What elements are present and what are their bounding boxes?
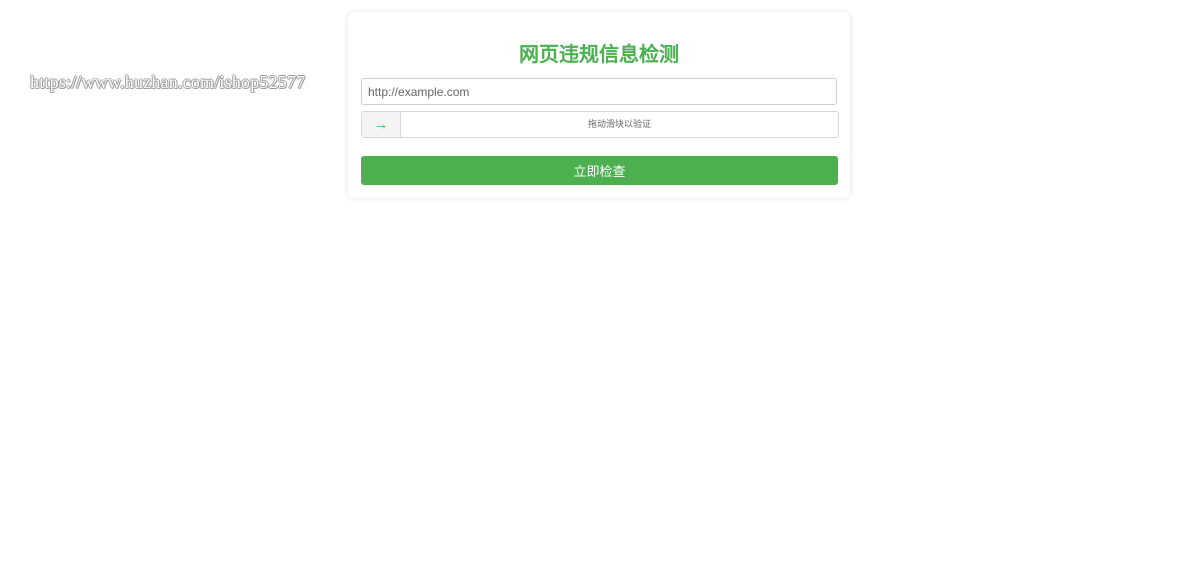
slider-captcha[interactable]: → 拖动滑块以验证 xyxy=(361,111,839,138)
watermark-url: https://www.huzhan.com/ishop52577 xyxy=(30,72,306,92)
slider-handle[interactable]: → xyxy=(362,112,401,137)
page-title: 网页违规信息检测 xyxy=(519,44,679,66)
check-card: 网页违规信息检测 → 拖动滑块以验证 立即检查 xyxy=(348,12,850,198)
slider-hint: 拖动滑块以验证 xyxy=(587,119,651,129)
check-now-button[interactable]: 立即检查 xyxy=(361,156,838,185)
arrow-right-icon: → xyxy=(373,116,389,133)
url-input[interactable] xyxy=(361,78,837,105)
